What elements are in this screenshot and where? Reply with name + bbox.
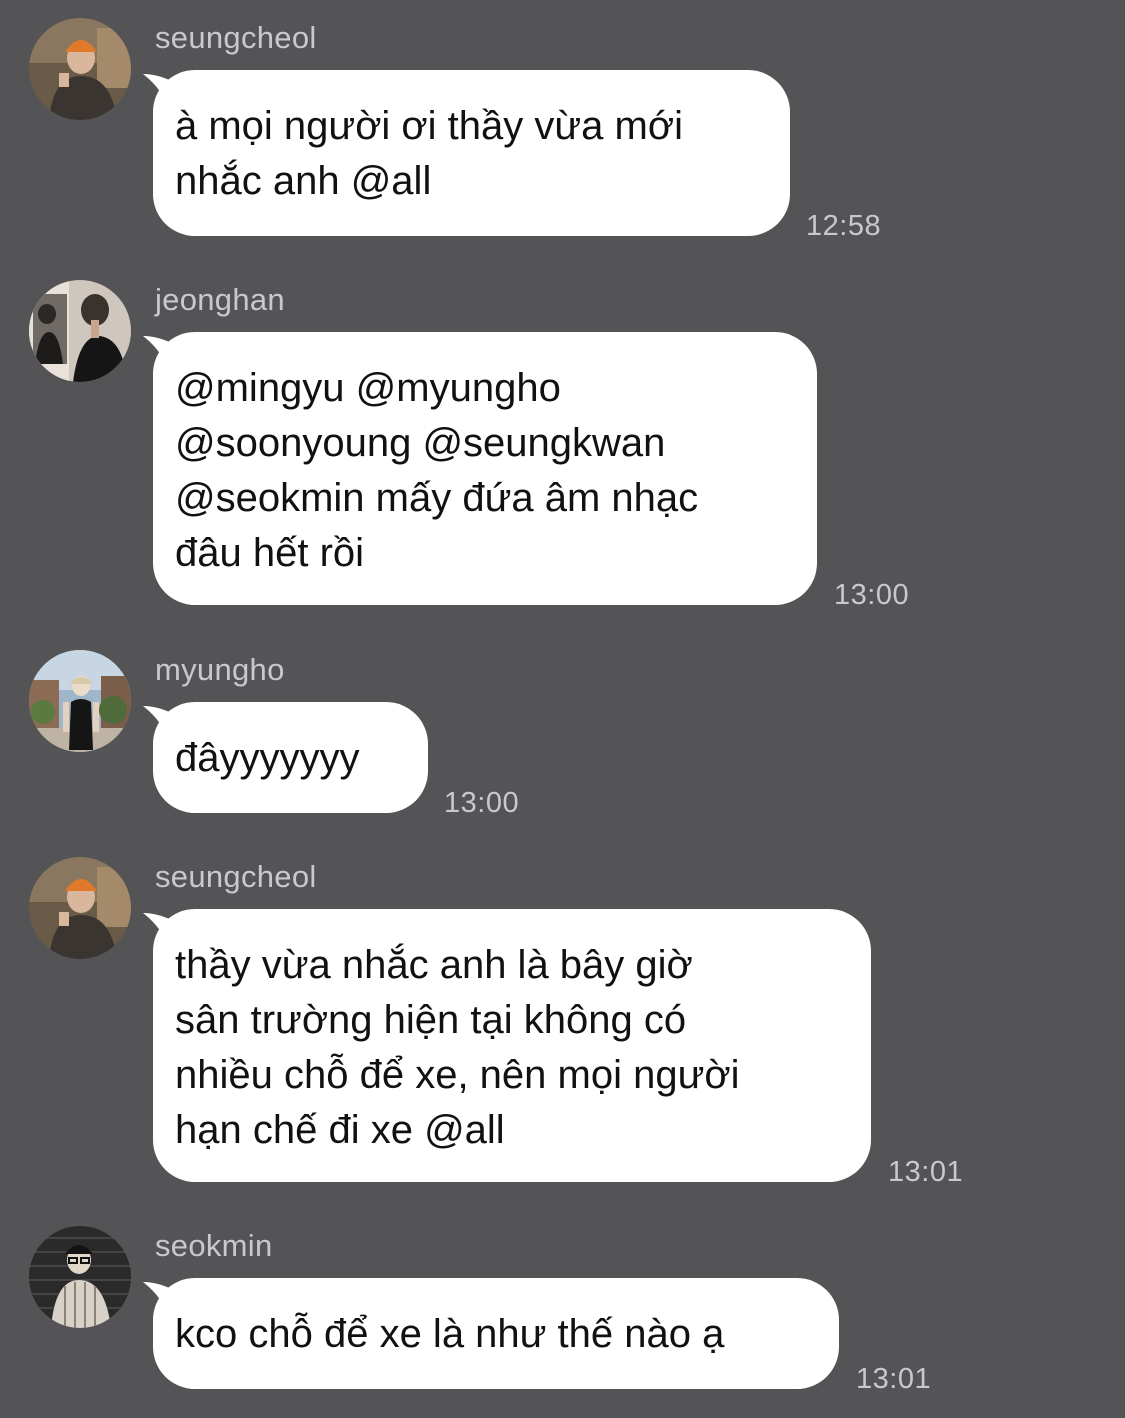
- message-bubble[interactable]: thầy vừa nhắc anh là bây giờ sân trường …: [153, 909, 871, 1182]
- avatar[interactable]: [29, 857, 131, 959]
- avatar[interactable]: [29, 18, 131, 120]
- sender-name: seungcheol: [155, 20, 317, 55]
- message-timestamp: 12:58: [806, 210, 882, 242]
- avatar-seokmin-icon: [29, 1226, 131, 1328]
- avatar-myungho-icon: [29, 650, 131, 752]
- avatar[interactable]: [29, 280, 131, 382]
- sender-name: seokmin: [155, 1228, 273, 1263]
- message-bubble[interactable]: à mọi người ơi thầy vừa mới nhắc anh @al…: [153, 70, 790, 236]
- avatar-jeonghan-icon: [29, 280, 131, 382]
- avatar-seungcheol-icon: [29, 857, 131, 959]
- message-timestamp: 13:00: [834, 579, 910, 611]
- message-timestamp: 13:01: [856, 1363, 932, 1395]
- sender-name: myungho: [155, 652, 285, 687]
- message-bubble[interactable]: kco chỗ để xe là như thế nào ạ: [153, 1278, 839, 1389]
- sender-name: jeonghan: [155, 282, 285, 317]
- message-timestamp: 13:01: [888, 1156, 964, 1188]
- avatar-seungcheol-icon: [29, 18, 131, 120]
- message-bubble[interactable]: đâyyyyyyy: [153, 702, 428, 813]
- sender-name: seungcheol: [155, 859, 317, 894]
- message-timestamp: 13:00: [444, 787, 520, 819]
- avatar[interactable]: [29, 1226, 131, 1328]
- avatar[interactable]: [29, 650, 131, 752]
- message-bubble[interactable]: @mingyu @myungho @soonyoung @seungkwan @…: [153, 332, 817, 605]
